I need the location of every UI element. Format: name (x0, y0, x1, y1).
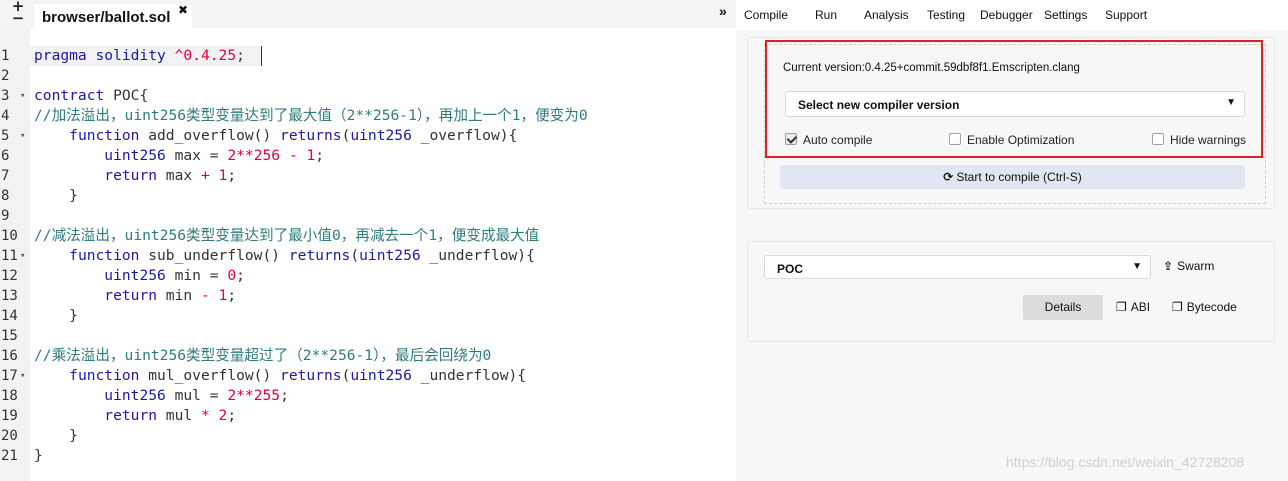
bytecode-button[interactable]: ❐ Bytecode (1172, 300, 1237, 314)
tab-testing[interactable]: Testing (927, 8, 965, 22)
tab-support[interactable]: Support (1105, 8, 1147, 22)
line-number: 18 (1, 388, 18, 404)
minus-icon[interactable]: − (10, 11, 26, 26)
hide-warnings-label: Hide warnings (1170, 133, 1247, 147)
line-number: 15 (1, 328, 18, 344)
code-line[interactable]: function sub_underflow() returns(uint256… (34, 246, 535, 266)
tab-settings[interactable]: Settings (1044, 8, 1087, 22)
enable-optimization-label: Enable Optimization (967, 133, 1075, 147)
code-line[interactable]: contract POC{ (34, 86, 148, 106)
tab-run[interactable]: Run (815, 8, 837, 22)
code-line[interactable]: return max + 1; (34, 166, 236, 186)
code-comment-line[interactable]: //加法溢出，uint256类型变量达到了最大值（2**256-1），再加上一个… (34, 106, 588, 126)
top-menu: Compile Run Analysis Testing Debugger Se… (736, 0, 1288, 30)
swarm-button[interactable]: ⇪ Swarm (1163, 259, 1214, 273)
zoom-controls: + − (10, 0, 26, 26)
fold-arrow-icon[interactable]: ▾ (20, 366, 25, 386)
checkbox-unchecked[interactable] (949, 133, 961, 145)
code-line[interactable]: uint256 mul = 2**255; (34, 386, 289, 406)
line-number: 12 (1, 268, 18, 284)
editor-tabbar: + − browser/ballot.sol ✖ » (0, 0, 736, 28)
line-number: 5 ▾ (1, 126, 26, 146)
code-line[interactable]: } (34, 186, 78, 206)
caret-down-icon: ▼ (1132, 261, 1142, 272)
code-comment-line[interactable]: //减法溢出，uint256类型变量达到了最小值0，再减去一个1，便变成最大值 (34, 226, 539, 246)
line-number: 9 (1, 208, 10, 224)
code-line[interactable]: pragma solidity ^0.4.25; (34, 46, 245, 66)
line-number: 19 (1, 408, 18, 424)
bytecode-label: Bytecode (1186, 300, 1237, 314)
abi-label: ABI (1130, 300, 1151, 314)
refresh-icon: ⟳ (943, 170, 954, 184)
copy-icon: ❐ (1172, 300, 1183, 314)
code-line[interactable]: uint256 max = 2**256 - 1; (34, 146, 324, 166)
code-line[interactable]: } (34, 306, 78, 326)
code-line[interactable]: function mul_overflow() returns(uint256 … (34, 366, 526, 386)
close-icon[interactable]: ✖ (178, 3, 188, 17)
editor-pane: + − browser/ballot.sol ✖ » 1 2 3 ▾ 4 5 ▾ 6… (0, 0, 736, 481)
file-tab[interactable]: browser/ballot.sol ✖ (34, 3, 192, 28)
details-button[interactable]: Details (1023, 295, 1103, 320)
contract-card: POC ▼ ⇪ Swarm Details ❐ ABI ❐ Bytecode (747, 241, 1275, 342)
code-line[interactable]: return mul * 2; (34, 406, 236, 426)
line-number: 16 (1, 348, 18, 364)
tab-debugger[interactable]: Debugger (980, 8, 1033, 22)
line-number: 11 ▾ (1, 246, 26, 266)
copy-icon: ❐ (1116, 300, 1127, 314)
double-chevron-right-icon[interactable]: » (719, 3, 727, 19)
tab-compile[interactable]: Compile (744, 8, 788, 22)
line-number: 2 (1, 68, 10, 84)
fold-arrow-icon[interactable]: ▾ (20, 126, 25, 146)
compiler-version-select[interactable]: Select new compiler version ▼ (785, 91, 1245, 117)
current-version-text: Current version:0.4.25+commit.59dbf8f1.E… (783, 62, 1080, 74)
swarm-label: Swarm (1177, 259, 1215, 273)
code-line[interactable]: uint256 min = 0; (34, 266, 245, 286)
line-number: 13 (1, 288, 18, 304)
upload-icon: ⇪ (1163, 259, 1174, 273)
line-number: 8 (1, 188, 10, 204)
auto-compile-label: Auto compile (803, 133, 873, 147)
contract-select-label: POC (777, 262, 804, 276)
code-comment-line[interactable]: //乘法溢出，uint256类型变量超过了（2**256-1），最后会回绕为0 (34, 346, 491, 366)
line-number: 10 (1, 228, 18, 244)
code-line[interactable]: } (34, 426, 78, 446)
highlight-box: Current version:0.4.25+commit.59dbf8f1.E… (765, 40, 1263, 158)
line-number: 3 ▾ (1, 86, 26, 106)
start-compile-label: Start to compile (Ctrl-S) (956, 170, 1082, 184)
line-number: 7 (1, 168, 10, 184)
abi-button[interactable]: ❐ ABI (1116, 300, 1150, 314)
fold-arrow-icon[interactable]: ▾ (20, 86, 25, 106)
checkbox-unchecked[interactable] (1152, 133, 1164, 145)
code-line[interactable]: function add_overflow() returns(uint256 … (34, 126, 517, 146)
caret-down-icon: ▼ (1226, 97, 1236, 108)
line-number: 6 (1, 148, 10, 164)
text-cursor (261, 46, 262, 66)
file-tab-title[interactable]: browser/ballot.sol (42, 9, 170, 26)
line-number: 20 (1, 428, 18, 444)
start-compile-button[interactable]: ⟳ Start to compile (Ctrl-S) (780, 165, 1245, 189)
fold-arrow-icon[interactable]: ▾ (20, 246, 25, 266)
code-line[interactable]: return min - 1; (34, 286, 236, 306)
code-line[interactable]: } (34, 446, 43, 466)
line-number: 17 ▾ (1, 366, 26, 386)
line-number: 4 (1, 108, 10, 124)
tab-analysis[interactable]: Analysis (864, 8, 909, 22)
details-label: Details (1044, 300, 1082, 314)
right-panel: Compile Run Analysis Testing Debugger Se… (736, 0, 1288, 481)
line-number: 21 (1, 448, 18, 464)
compiler-version-select-label: Select new compiler version (798, 98, 960, 112)
checkbox-checked[interactable] (785, 133, 797, 145)
compiler-card: Current version:0.4.25+commit.59dbf8f1.E… (747, 37, 1275, 209)
line-number: 14 (1, 308, 18, 324)
line-number: 1 (1, 48, 10, 64)
contract-select[interactable]: POC ▼ (764, 255, 1151, 279)
watermark: https://blog.csdn.net/weixin_42728208 (1006, 454, 1245, 470)
